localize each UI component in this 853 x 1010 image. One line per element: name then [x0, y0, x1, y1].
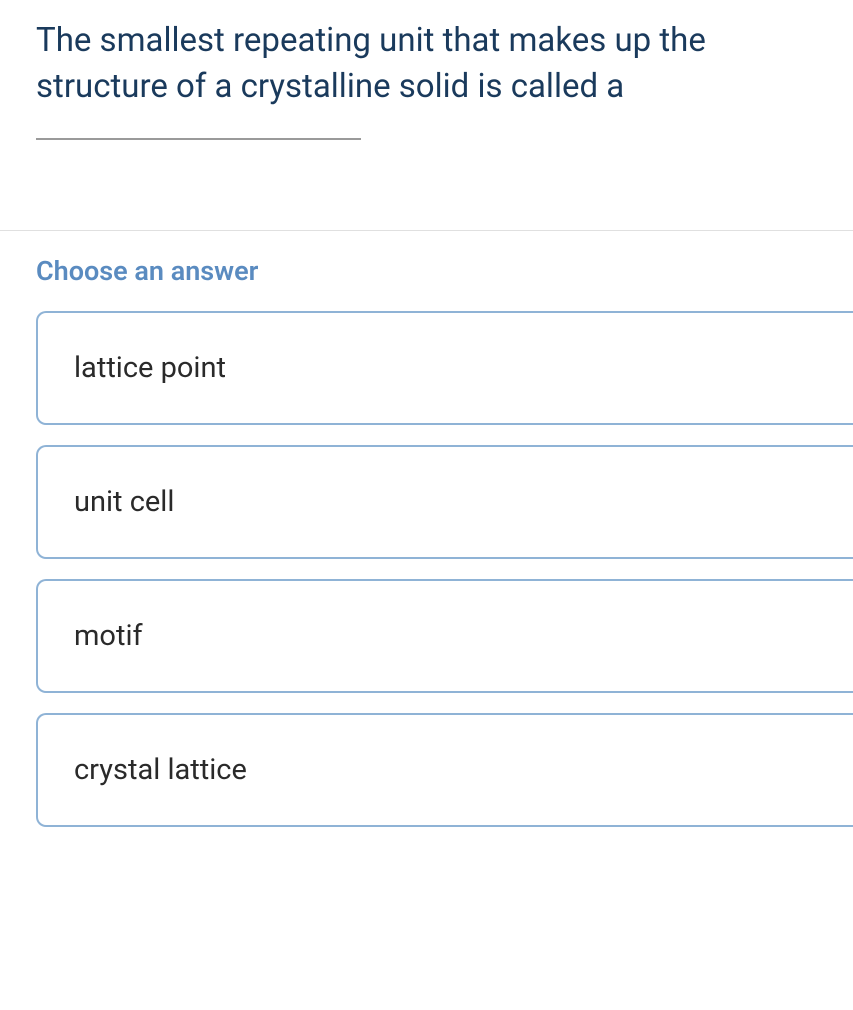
answer-section: Choose an answer lattice point unit cell…: [0, 231, 853, 871]
answer-option-3[interactable]: crystal lattice: [36, 713, 853, 827]
answer-option-1[interactable]: unit cell: [36, 445, 853, 559]
answer-option-2[interactable]: motif: [36, 579, 853, 693]
question-section: The smallest repeating unit that makes u…: [0, 0, 853, 231]
answer-option-label: unit cell: [74, 485, 174, 519]
question-text: The smallest repeating unit that makes u…: [36, 18, 817, 110]
answer-option-label: lattice point: [74, 351, 226, 385]
fill-in-blank-line: [36, 138, 361, 140]
answer-prompt: Choose an answer: [36, 255, 853, 287]
answer-option-label: crystal lattice: [74, 753, 247, 787]
answer-option-0[interactable]: lattice point: [36, 311, 853, 425]
answer-option-label: motif: [74, 619, 143, 653]
